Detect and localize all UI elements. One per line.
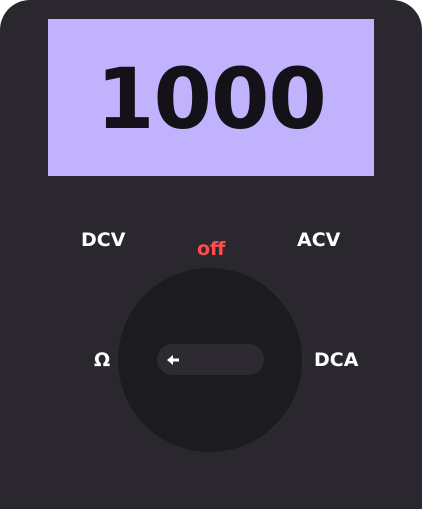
dial-label-off[interactable]: off [197,240,225,259]
display-reading: 1000 [96,49,327,148]
dial-label-acv[interactable]: ACV [297,231,340,250]
dial-label-dca[interactable]: DCA [314,351,358,370]
lcd-display: 1000 [48,19,374,176]
dial-label-ohm[interactable]: Ω [94,351,110,370]
multimeter-body: 1000 DCV off ACV Ω DCA [0,0,422,509]
dial-pointer[interactable] [157,344,264,375]
arrow-left-icon [167,355,179,365]
dial-label-dcv[interactable]: DCV [81,231,125,250]
